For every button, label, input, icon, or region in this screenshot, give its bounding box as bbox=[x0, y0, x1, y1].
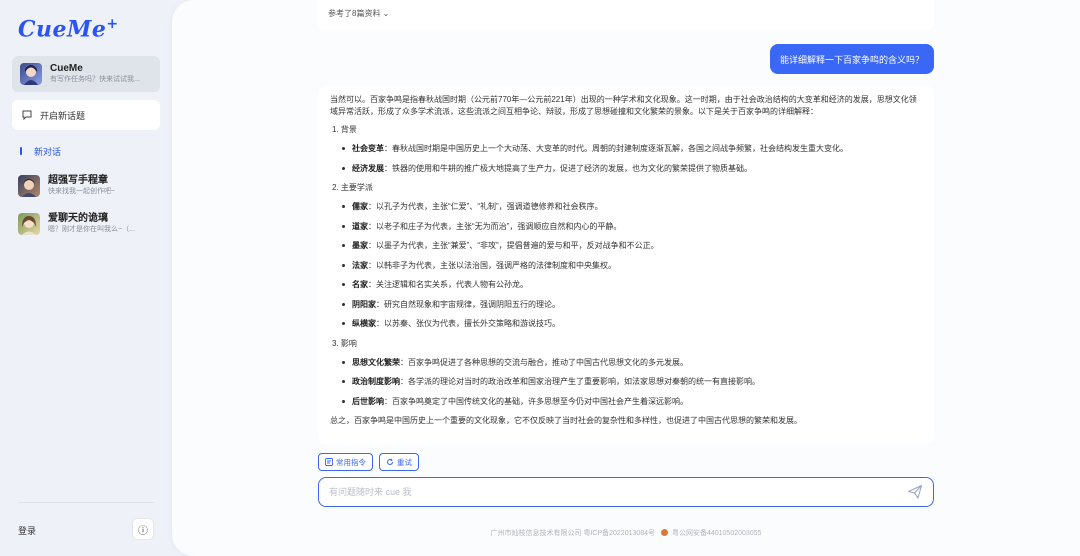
bullet-text: ：以苏秦、张仪为代表，擅长外交策略和游说技巧。 bbox=[376, 319, 560, 328]
section-title: 1. 背景 bbox=[332, 125, 357, 134]
bullet-text: ：关注逻辑和名实关系，代表人物有公孙龙。 bbox=[368, 280, 528, 289]
bullet-text: ：以孔子为代表，主张“仁爱”、“礼制”，强调道德修养和社会秩序。 bbox=[368, 202, 603, 211]
bullet-term: 纵横家 bbox=[352, 319, 376, 328]
conversation-list: 超强写手程章 快来找我一起创作吧~ 爱聊天的诡璃 嗯？刚才是你在叫我么~（... bbox=[0, 172, 172, 248]
bullet-term: 经济发展 bbox=[352, 163, 384, 173]
company-icp: 广州市灿枝信息技术有限公司 粤ICP备2022013084号 bbox=[490, 530, 656, 537]
bullet-text: ：各学派的理论对当时的政治改革和国家治理产生了重要影响，如法家思想对秦朝的统一有… bbox=[400, 377, 760, 386]
chat-main: 参考了8篇资料 ⌄ 能详细解释一下百家争鸣的含义吗？ 当然可以。百家争鸣是指春秋… bbox=[172, 0, 1080, 556]
send-icon[interactable] bbox=[907, 484, 923, 500]
assistant-card-cueme[interactable]: CueMe 有写作任务吗？快来试试我... bbox=[12, 56, 160, 92]
list-item[interactable]: 爱聊天的诡璃 嗯？刚才是你在叫我么~（... bbox=[12, 210, 160, 238]
section-title: 3. 影响 bbox=[332, 338, 357, 348]
avatar bbox=[18, 175, 40, 197]
chatter-avatar-icon bbox=[22, 216, 36, 235]
info-button[interactable]: ⓘ bbox=[132, 518, 154, 540]
bullet-list: 社会变革：春秋战国时期是中国历史上一个大动荡、大变革的时代。周朝的封建制度逐渐瓦… bbox=[342, 143, 922, 175]
info-icon: ⓘ bbox=[138, 525, 148, 537]
answer-intro: 当然可以。百家争鸣是指春秋战国时期（公元前770年—公元前221年）出现的一种学… bbox=[330, 95, 917, 116]
list-item: 儒家：以孔子为代表，主张“仁爱”、“礼制”，强调道德修养和社会秩序。 bbox=[342, 201, 922, 213]
conversation-title: 爱聊天的诡璃 bbox=[48, 213, 108, 224]
police-record: 粤公网安备44010502003055 bbox=[671, 530, 762, 537]
bullet-term: 阴阳家 bbox=[352, 299, 376, 309]
user-message-bubble: 能详细解释一下百家争鸣的含义吗？ bbox=[769, 44, 934, 74]
action-row: 常用指令 重试 bbox=[318, 453, 419, 471]
logo-text: CueMe bbox=[18, 16, 107, 43]
bullet-term: 后世影响 bbox=[352, 396, 384, 406]
new-chat-label: 新对话 bbox=[34, 146, 62, 157]
footer-beian: 广州市灿枝信息技术有限公司 粤ICP备2022013084号 粤公网安备4401… bbox=[172, 528, 1080, 538]
list-item: 纵横家：以苏秦、张仪为代表，擅长外交策略和游说技巧。 bbox=[342, 318, 922, 330]
sidebar-footer: 登录 ⓘ bbox=[0, 502, 172, 556]
list-item: 思想文化繁荣：百家争鸣促进了各种思想的交流与融合，推动了中国古代思想文化的多元发… bbox=[342, 357, 922, 369]
bullet-list: 思想文化繁荣：百家争鸣促进了各种思想的交流与融合，推动了中国古代思想文化的多元发… bbox=[342, 357, 922, 408]
list-item: 法家：以韩非子为代表，主张以法治国，强调严格的法律制度和中央集权。 bbox=[342, 260, 922, 272]
bullet-text: ：以韩非子为代表，主张以法治国，强调严格的法律制度和中央集权。 bbox=[368, 260, 616, 270]
list-item: 墨家：以墨子为代表，主张“兼爱”、“非攻”，提倡普遍的爱与和平，反对战争和不公正… bbox=[342, 240, 922, 252]
new-topic-label: 开启新话题 bbox=[40, 110, 86, 121]
message-input[interactable] bbox=[329, 487, 907, 497]
bullet-term: 道家 bbox=[352, 221, 368, 231]
sidebar: CueMe+ CueMe 有写作任务吗？快来试试我... 开启新话题 新对话 超… bbox=[0, 0, 172, 556]
list-item: 政治制度影响：各学派的理论对当时的政治改革和国家治理产生了重要影响，如法家思想对… bbox=[342, 376, 922, 388]
conversation-title: 超强写手程章 bbox=[48, 175, 108, 186]
active-indicator bbox=[20, 147, 22, 155]
retry-label: 重试 bbox=[397, 457, 412, 467]
retry-button[interactable]: 重试 bbox=[379, 453, 419, 471]
list-item[interactable]: 超强写手程章 快来找我一起创作吧~ bbox=[12, 172, 160, 200]
assistant-avatar-icon bbox=[24, 65, 38, 85]
writer-avatar-icon bbox=[22, 179, 36, 197]
bullet-text: ：以老子和庄子为代表，主张“无为而治”，强调顺应自然和内心的平静。 bbox=[368, 221, 622, 231]
list-item: 后世影响：百家争鸣奠定了中国传统文化的基础，许多思想至今仍对中国社会产生着深远影… bbox=[342, 396, 922, 408]
new-topic-button[interactable]: 开启新话题 bbox=[12, 100, 160, 130]
answer-summary: 总之，百家争鸣是中国历史上一个重要的文化现象，它不仅反映了当时社会的复杂性和多样… bbox=[330, 416, 802, 425]
sidebar-item-new-chat[interactable]: 新对话 bbox=[20, 144, 172, 158]
bullet-text: ：铁器的使用和牛耕的推广极大地提高了生产力，促进了经济的发展，也为文化的繁荣提供… bbox=[384, 163, 752, 173]
common-commands-label: 常用指令 bbox=[336, 457, 366, 467]
list-item: 社会变革：春秋战国时期是中国历史上一个大动荡、大变革的时代。周朝的封建制度逐渐瓦… bbox=[342, 143, 922, 155]
refresh-icon bbox=[387, 458, 393, 465]
references-bar[interactable]: 参考了8篇资料 ⌄ bbox=[318, 0, 934, 30]
list-item: 道家：以老子和庄子为代表，主张“无为而治”，强调顺应自然和内心的平静。 bbox=[342, 221, 922, 233]
conversation-desc: 快来找我一起创作吧~ bbox=[48, 188, 116, 195]
bullet-text: ：百家争鸣促进了各种思想的交流与融合，推动了中国古代思想文化的多元发展。 bbox=[400, 357, 688, 367]
common-commands-button[interactable]: 常用指令 bbox=[318, 453, 373, 471]
police-badge-icon bbox=[661, 529, 669, 536]
bullet-text: ：百家争鸣奠定了中国传统文化的基础，许多思想至今仍对中国社会产生着深远影响。 bbox=[384, 396, 688, 406]
bullet-text: ：研究自然现象和宇宙规律，强调阴阳五行的理论。 bbox=[376, 299, 560, 309]
bullet-term: 法家 bbox=[352, 260, 368, 270]
login-button[interactable]: 登录 bbox=[18, 524, 36, 537]
bullet-term: 儒家 bbox=[352, 202, 368, 211]
assistant-desc: 有写作任务吗？快来试试我... bbox=[50, 76, 140, 83]
commands-icon bbox=[325, 458, 333, 466]
chat-bubble-icon bbox=[22, 110, 32, 120]
conversation-desc: 嗯？刚才是你在叫我么~（... bbox=[48, 226, 135, 233]
list-item: 经济发展：铁器的使用和牛耕的推广极大地提高了生产力，促进了经济的发展，也为文化的… bbox=[342, 163, 922, 175]
bullet-term: 名家 bbox=[352, 280, 368, 289]
references-label: 参考了8篇资料 ⌄ bbox=[328, 9, 390, 18]
user-message-text: 能详细解释一下百家争鸣的含义吗？ bbox=[779, 54, 924, 65]
bullet-term: 政治制度影响 bbox=[352, 377, 400, 386]
bullet-text: ：以墨子为代表，主张“兼爱”、“非攻”，提倡普遍的爱与和平，反对战争和不公正。 bbox=[368, 241, 659, 250]
logo-plus: + bbox=[106, 16, 119, 32]
assistant-answer: 当然可以。百家争鸣是指春秋战国时期（公元前770年—公元前221年）出现的一种学… bbox=[318, 86, 934, 444]
bullet-term: 思想文化繁荣 bbox=[352, 357, 400, 367]
bullet-list: 儒家：以孔子为代表，主张“仁爱”、“礼制”，强调道德修养和社会秩序。 道家：以老… bbox=[342, 201, 922, 330]
bullet-term: 墨家 bbox=[352, 241, 368, 250]
avatar bbox=[18, 213, 40, 235]
assistant-name: CueMe bbox=[50, 63, 83, 74]
list-item: 阴阳家：研究自然现象和宇宙规律，强调阴阳五行的理论。 bbox=[342, 299, 922, 311]
bullet-text: ：春秋战国时期是中国历史上一个大动荡、大变革的时代。周朝的封建制度逐渐瓦解，各国… bbox=[384, 144, 848, 153]
section-title: 2. 主要学派 bbox=[332, 183, 373, 192]
avatar bbox=[20, 63, 42, 85]
app-logo[interactable]: CueMe+ bbox=[0, 0, 172, 56]
bullet-term: 社会变革 bbox=[352, 144, 384, 153]
divider bbox=[18, 502, 154, 503]
message-input-box bbox=[318, 477, 934, 507]
list-item: 名家：关注逻辑和名实关系，代表人物有公孙龙。 bbox=[342, 279, 922, 291]
